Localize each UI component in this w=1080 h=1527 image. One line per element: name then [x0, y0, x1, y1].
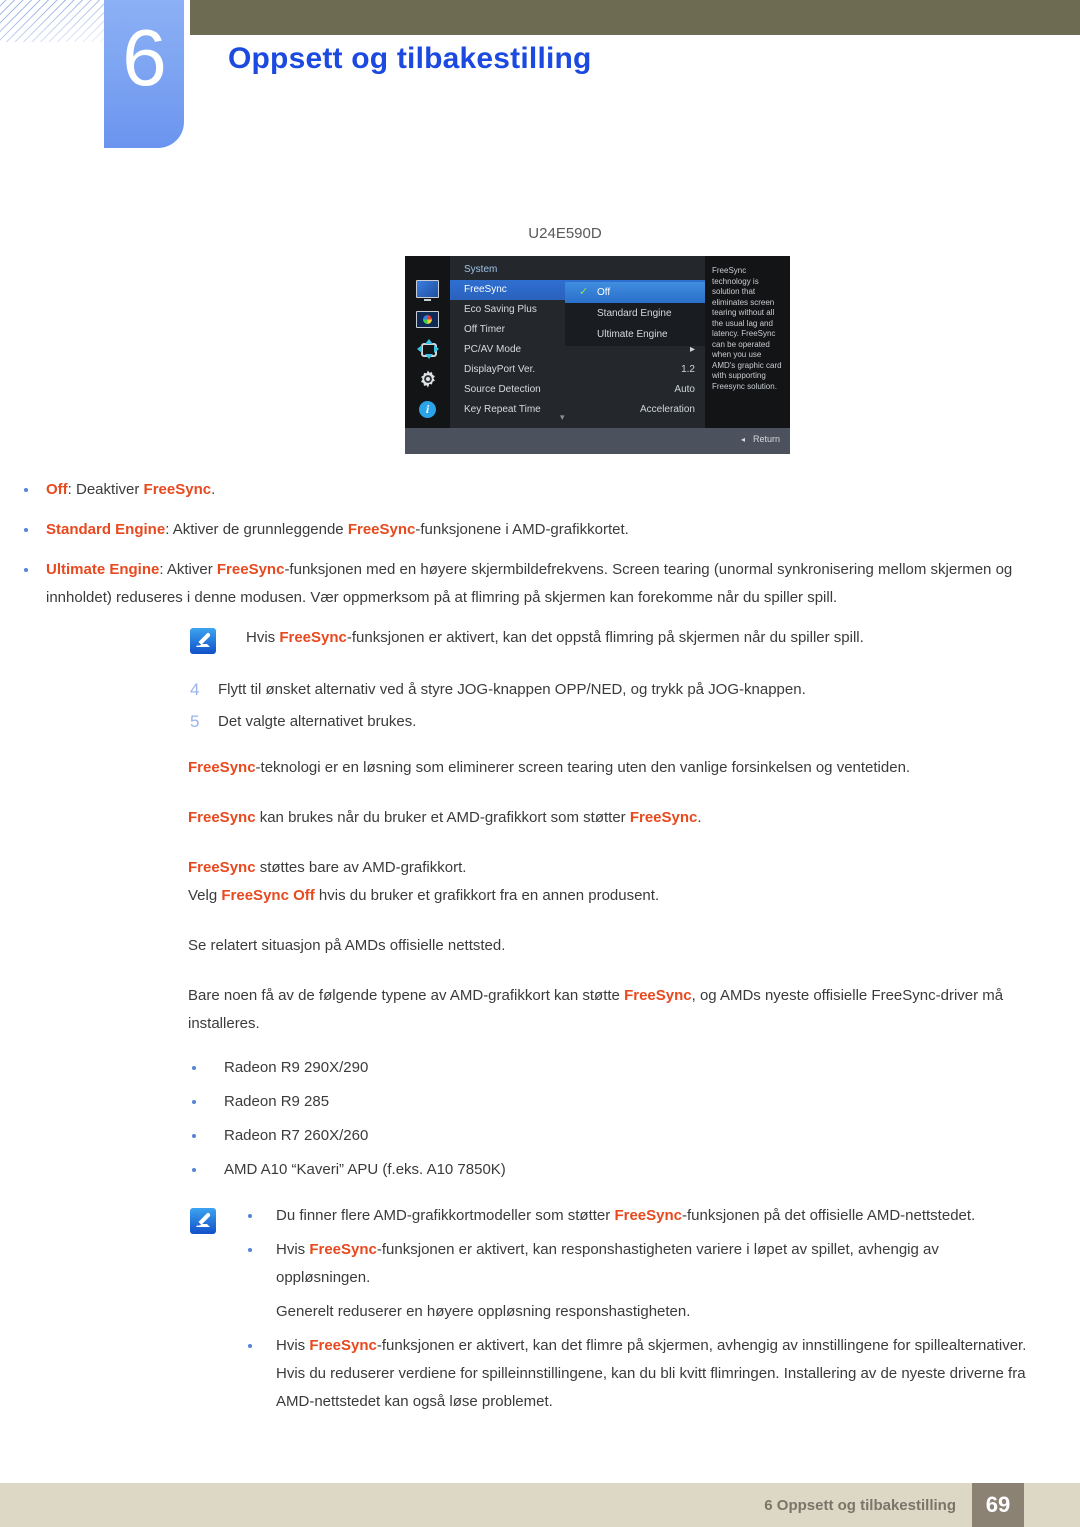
list-item: Off: Deaktiver FreeSync.: [0, 476, 1080, 504]
gear-icon: [413, 368, 442, 390]
note-box-2: Du finner flere AMD-grafikkortmodeller s…: [0, 1202, 1080, 1416]
osd-footer-bar: ◂ Return: [405, 428, 790, 454]
paragraph: FreeSync-teknologi er en løsning som eli…: [188, 759, 911, 776]
osd-menu-item-key-repeat-time[interactable]: Key Repeat Time Acceleration: [450, 400, 705, 420]
numbered-steps: 4 Flytt til ønsket alternativ ved å styr…: [0, 676, 1080, 736]
paragraph: Bare noen få av de følgende typene av AM…: [188, 987, 1004, 1032]
osd-menu-item-value: Auto: [674, 384, 695, 395]
list-item: Radeon R9 285: [0, 1088, 1080, 1116]
osd-menu-heading: System: [464, 264, 498, 275]
paragraph: Se relatert situasjon på AMDs offisielle…: [188, 937, 506, 954]
picture-color-icon: [413, 308, 442, 330]
page-title: Oppsett og tilbakestilling: [228, 42, 592, 75]
step-text: Det valgte alternativet brukes.: [218, 713, 417, 730]
osd-menu-item-displayport-ver[interactable]: DisplayPort Ver. 1.2: [450, 360, 705, 380]
list-item-sub: Generelt reduserer en høyere oppløsning …: [276, 1303, 691, 1320]
note-text: Hvis FreeSync-funksjonen er aktivert, ka…: [246, 629, 864, 646]
list-item: Ultimate Engine: Aktiver FreeSync-funksj…: [0, 556, 1080, 612]
osd-screenshot: i System FreeSync Eco Saving Plus Off Time…: [405, 256, 790, 454]
checkmark-icon: ✓: [579, 286, 589, 298]
freesync-option-list: Off: Deaktiver FreeSync. Standard Engine…: [0, 476, 1080, 612]
osd-icon-sidebar: i: [405, 256, 450, 428]
step-number: 4: [190, 680, 200, 699]
osd-submenu-option-label: Off: [597, 287, 611, 298]
return-label: Return: [752, 434, 780, 444]
list-item: Hvis FreeSync-funksjonen er aktivert, ka…: [0, 1236, 1080, 1292]
supported-gpu-list: Radeon R9 290X/290 Radeon R9 285 Radeon …: [0, 1054, 1080, 1184]
osd-submenu-option-label: Standard Engine: [597, 308, 672, 319]
return-button[interactable]: ◂ Return: [741, 434, 780, 444]
list-item: Radeon R9 290X/290: [0, 1054, 1080, 1082]
chapter-tab: 6: [104, 0, 184, 148]
osd-menu-item-label: PC/AV Mode: [464, 344, 522, 355]
footer-chapter-label: 6 Oppsett og tilbakestilling: [764, 1496, 956, 1514]
note2-list: Du finner flere AMD-grafikkortmodeller s…: [0, 1202, 1080, 1416]
page-footer: 6 Oppsett og tilbakestilling 69: [0, 1483, 1080, 1527]
page-content: U24E590D i System FreeSync Eco Saving Pl…: [0, 225, 1080, 1422]
osd-submenu-freesync: ✓ Off Standard Engine Ultimate Engine: [565, 282, 705, 346]
osd-menu-item-label: Source Detection: [464, 384, 541, 395]
osd-submenu-option-label: Ultimate Engine: [597, 329, 668, 340]
osd-menu-item-source-detection[interactable]: Source Detection Auto: [450, 380, 705, 400]
step-4: 4 Flytt til ønsket alternativ ved å styr…: [0, 676, 1080, 704]
step-5: 5 Det valgte alternativet brukes.: [0, 708, 1080, 736]
osd-submenu-option-standard-engine[interactable]: Standard Engine: [565, 303, 705, 324]
four-arrows-icon: [413, 338, 442, 360]
list-item: Radeon R7 260X/260: [0, 1122, 1080, 1150]
osd-menu-item-label: Off Timer: [464, 324, 505, 335]
osd-menu-item-label: FreeSync: [464, 284, 507, 295]
header-olive-bar: [190, 0, 1080, 35]
osd-menu-item-label: Key Repeat Time: [464, 404, 541, 415]
scroll-down-caret-icon[interactable]: ▾: [560, 412, 565, 423]
osd-submenu-option-off[interactable]: ✓ Off: [565, 282, 705, 303]
osd-menu-item-value: 1.2: [681, 364, 695, 375]
monitor-model-label: U24E590D: [528, 225, 602, 242]
osd-menu-item-value: Acceleration: [639, 404, 695, 415]
paragraph: FreeSync støttes bare av AMD-grafikkort.: [188, 859, 467, 876]
paragraph: FreeSync kan brukes når du bruker et AMD…: [188, 809, 702, 826]
list-item: Du finner flere AMD-grafikkortmodeller s…: [0, 1202, 1080, 1230]
list-item: Hvis FreeSync-funksjonen er aktivert, ka…: [0, 1332, 1080, 1416]
freesync-description: FreeSync-teknologi er en løsning som eli…: [0, 754, 1080, 1038]
chapter-number: 6: [122, 13, 166, 102]
info-icon: i: [413, 398, 442, 420]
monitor-icon: [413, 278, 442, 301]
list-item: AMD A10 “Kaveri” APU (f.eks. A10 7850K): [0, 1156, 1080, 1184]
page-header: 6 Oppsett og tilbakestilling: [0, 0, 1080, 160]
note-pen-icon: [190, 628, 216, 654]
osd-help-text: FreeSync technology is solution that eli…: [705, 256, 790, 428]
step-number: 5: [190, 712, 200, 731]
note-box-1: Hvis FreeSync-funksjonen er aktivert, ka…: [0, 624, 1080, 658]
osd-menu-item-label: DisplayPort Ver.: [464, 364, 536, 375]
paragraph: Velg FreeSync Off hvis du bruker et graf…: [188, 887, 660, 904]
step-text: Flytt til ønsket alternativ ved å styre …: [218, 681, 806, 698]
page-number: 69: [972, 1483, 1024, 1527]
osd-submenu-option-ultimate-engine[interactable]: Ultimate Engine: [565, 324, 705, 345]
list-item: Standard Engine: Aktiver de grunnleggend…: [0, 516, 1080, 544]
osd-menu-item-label: Eco Saving Plus: [464, 304, 537, 315]
return-caret-icon: ◂: [740, 435, 745, 444]
